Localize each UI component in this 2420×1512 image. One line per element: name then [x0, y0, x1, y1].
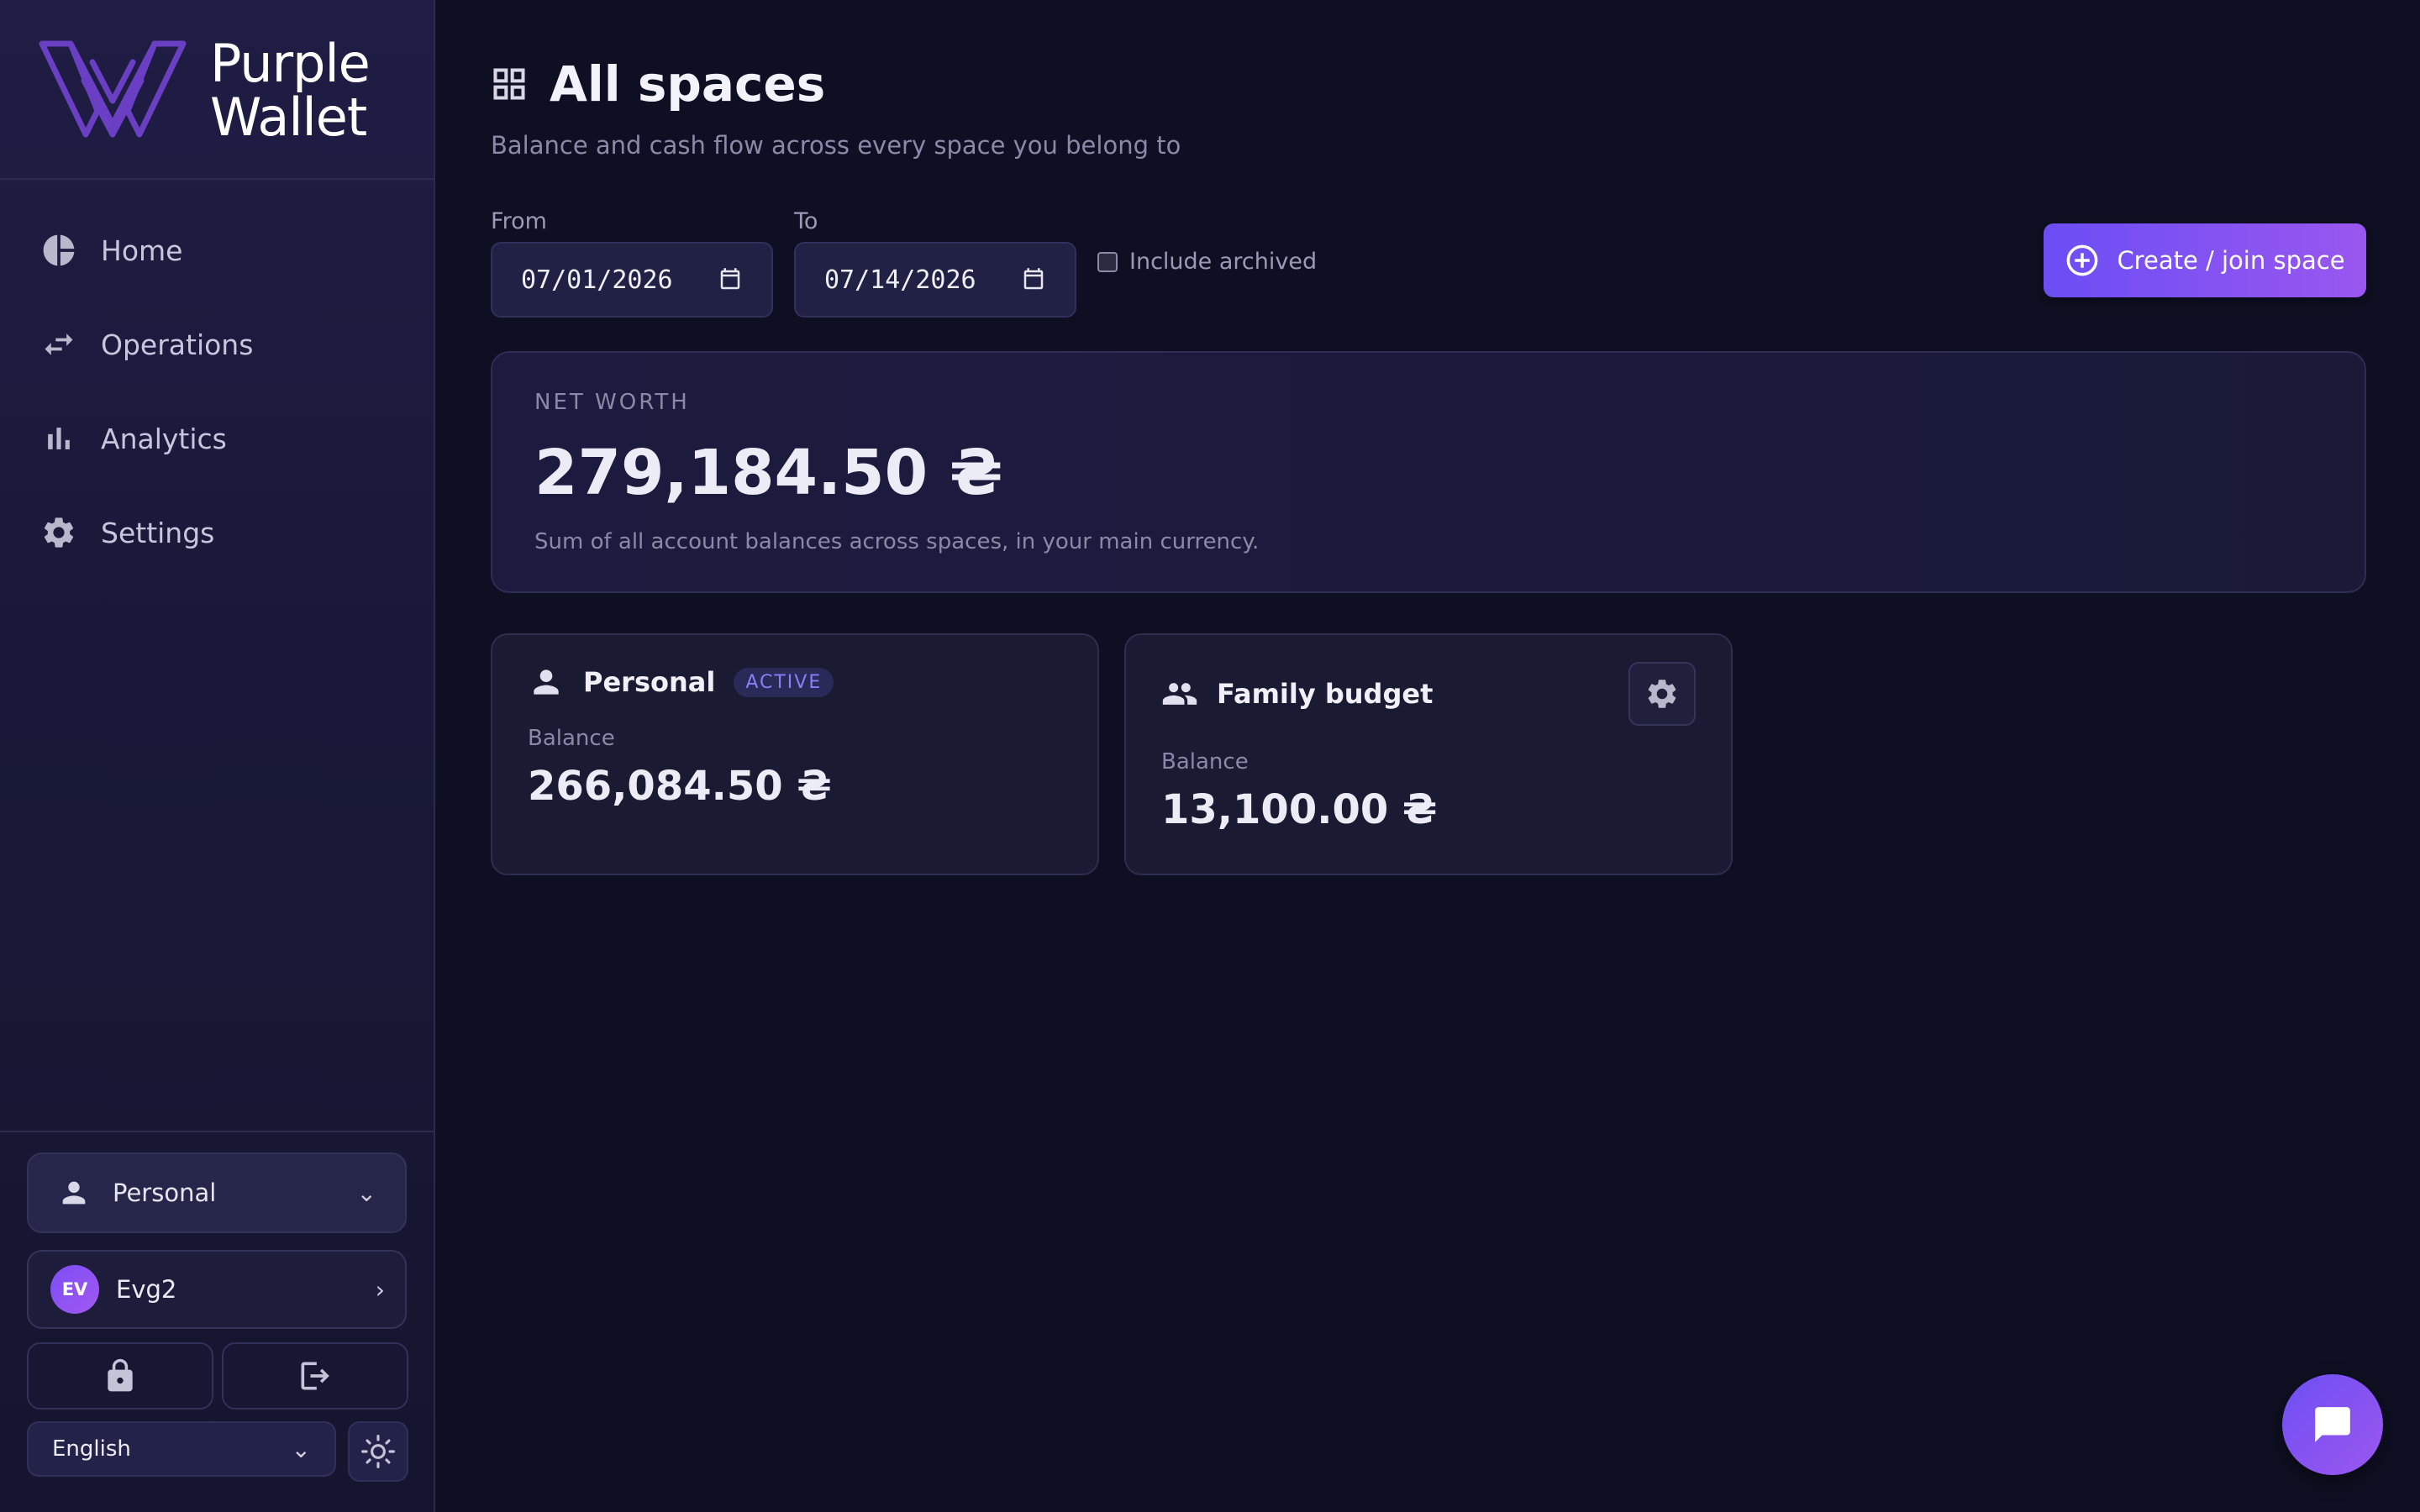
user-profile-button[interactable]: EV Evg2 ›: [27, 1250, 407, 1329]
to-label: To: [794, 208, 818, 234]
sidebar-divider: [0, 178, 435, 180]
to-date-value: 07/14/2026: [824, 265, 976, 295]
space-card-header: Family budget: [1161, 675, 1433, 712]
app-name: Purple Wallet: [210, 33, 371, 148]
space-switcher[interactable]: Personal ⌄: [27, 1152, 407, 1233]
balance-value: 266,084.50 ₴: [528, 763, 832, 810]
include-archived-label: Include archived: [1129, 249, 1318, 275]
logout-button[interactable]: [222, 1342, 408, 1410]
space-card-family-budget[interactable]: Family budget Balance 13,100.00 ₴: [1124, 633, 1733, 875]
balance-label: Balance: [528, 726, 615, 751]
app-logo[interactable]: Purple Wallet: [37, 37, 390, 146]
include-archived-checkbox[interactable]: [1097, 251, 1118, 272]
app-name-line2: Wallet: [210, 87, 367, 148]
balance-value: 13,100.00 ₴: [1161, 786, 1438, 833]
from-date-input[interactable]: 07/01/2026: [491, 242, 773, 318]
calendar-icon[interactable]: [1021, 267, 1046, 292]
sun-icon: [361, 1435, 395, 1468]
space-name: Family budget: [1217, 678, 1434, 710]
from-label: From: [491, 208, 547, 234]
chat-button[interactable]: [2282, 1374, 2383, 1475]
avatar: EV: [50, 1265, 99, 1314]
chevron-down-icon: ⌄: [356, 1179, 376, 1207]
page-subtitle: Balance and cash flow across every space…: [491, 131, 1181, 160]
balance-label: Balance: [1161, 749, 1249, 774]
from-date-value: 07/01/2026: [521, 265, 673, 295]
net-worth-note: Sum of all account balances across space…: [534, 529, 1260, 554]
page-title: All spaces: [550, 55, 826, 113]
theme-toggle-button[interactable]: [348, 1421, 408, 1482]
sidebar-item-label: Analytics: [101, 422, 227, 455]
sidebar-item-home[interactable]: Home: [40, 217, 393, 284]
sidebar: Purple Wallet Home Operations Analytics …: [0, 0, 435, 1512]
status-badge: ACTIVE: [734, 667, 834, 697]
calendar-icon[interactable]: [718, 267, 743, 292]
person-icon: [534, 669, 559, 695]
language-select[interactable]: English ⌄: [27, 1421, 336, 1477]
page-header: All spaces: [491, 55, 825, 113]
sidebar-item-settings[interactable]: Settings: [40, 499, 393, 566]
app-name-line1: Purple: [210, 33, 371, 94]
wallet-logo-icon: [39, 40, 187, 138]
sidebar-item-operations[interactable]: Operations: [40, 311, 393, 378]
sidebar-item-label: Settings: [101, 516, 215, 549]
chevron-right-icon: ›: [375, 1275, 385, 1304]
sidebar-item-label: Home: [101, 234, 183, 267]
sidebar-item-analytics[interactable]: Analytics: [40, 405, 393, 472]
space-card-header: Personal ACTIVE: [528, 664, 834, 701]
grid-icon: [493, 68, 525, 100]
logout-icon: [301, 1362, 329, 1390]
lock-button[interactable]: [27, 1342, 213, 1410]
create-join-space-label: Create / join space: [2117, 246, 2345, 275]
net-worth-value: 279,184.50 ₴: [534, 437, 1003, 509]
user-name: Evg2: [116, 1275, 177, 1304]
space-name: Personal: [583, 666, 716, 698]
space-switcher-label: Personal: [113, 1179, 217, 1207]
bar-chart-icon: [48, 428, 70, 449]
plus-circle-icon: [2067, 244, 2098, 276]
sidebar-bottom-divider: [0, 1131, 435, 1132]
swap-arrows-icon: [45, 333, 73, 355]
gear-icon: [44, 517, 74, 548]
gear-icon: [1648, 680, 1676, 708]
space-card-personal[interactable]: Personal ACTIVE Balance 266,084.50 ₴: [491, 633, 1099, 875]
net-worth-label: NET WORTH: [534, 390, 690, 415]
chevron-down-icon: ⌄: [291, 1435, 311, 1463]
space-settings-button[interactable]: [1628, 662, 1696, 726]
pie-chart-icon: [43, 234, 75, 266]
person-icon: [62, 1181, 86, 1205]
language-value: English: [52, 1436, 131, 1462]
include-archived-toggle[interactable]: Include archived: [1097, 249, 1317, 275]
lock-icon: [108, 1358, 133, 1392]
create-join-space-button[interactable]: Create / join space: [2044, 223, 2366, 297]
to-date-input[interactable]: 07/14/2026: [794, 242, 1076, 318]
sidebar-item-label: Operations: [101, 328, 254, 361]
chat-bubble-icon: [2315, 1407, 2350, 1442]
group-icon: [1162, 683, 1197, 705]
net-worth-card: NET WORTH 279,184.50 ₴ Sum of all accoun…: [491, 351, 2366, 593]
